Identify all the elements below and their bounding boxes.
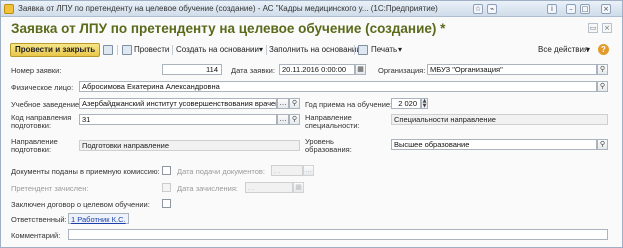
app-icon xyxy=(4,4,14,14)
post-icon xyxy=(122,45,132,55)
enrolled-label: Претендент зачислен: xyxy=(11,184,89,193)
education-level-label-line2: образования: xyxy=(305,145,352,154)
chevron-down-icon: ▾ xyxy=(586,45,591,54)
calendar-icon: ▦ xyxy=(293,182,304,193)
calendar-icon[interactable]: ▦ xyxy=(355,64,366,75)
year-spinner[interactable]: ▲ ▼ xyxy=(421,98,428,109)
number-label: Номер заявки: xyxy=(11,66,62,75)
direction-input: Подготовки направление xyxy=(79,140,300,151)
enroll-date-input: . . xyxy=(245,182,293,193)
docs-submitted-label: Документы поданы в приемную комиссию: xyxy=(11,167,160,176)
search-icon[interactable]: ⚲ xyxy=(289,114,300,125)
comment-label: Комментарий: xyxy=(11,231,61,240)
window-title: Заявка от ЛПУ по претенденту на целевое … xyxy=(18,4,438,13)
date-label: Дата заявки: xyxy=(231,66,275,75)
printer-icon xyxy=(358,45,368,55)
restore-icon[interactable]: ▭ xyxy=(588,23,598,33)
year-input[interactable]: 2 020 xyxy=(391,98,421,109)
print-button[interactable]: Печать xyxy=(371,43,397,57)
comment-input[interactable] xyxy=(68,229,608,240)
code-input[interactable]: 31 xyxy=(79,114,277,125)
save-icon[interactable] xyxy=(103,45,113,55)
person-input[interactable]: Абросимова Екатерина Александровна xyxy=(79,81,597,92)
document-window: Заявка от ЛПУ по претенденту на целевое … xyxy=(0,0,623,248)
docs-submitted-checkbox[interactable] xyxy=(162,166,171,175)
responsible-link[interactable]: 1 Работник К.С. xyxy=(68,213,129,224)
help-icon[interactable]: ? xyxy=(598,44,609,55)
docs-date-label: Дата подачи документов: xyxy=(177,167,265,176)
docs-date-input: . . xyxy=(271,165,303,176)
minimize-icon[interactable]: – xyxy=(566,4,576,14)
post-button[interactable]: Провести xyxy=(134,43,169,57)
post-and-close-button[interactable]: Провести и закрыть xyxy=(10,43,101,57)
command-bar: Провести и закрыть Провести Создать на о… xyxy=(10,43,615,57)
person-label: Физическое лицо: xyxy=(11,83,74,92)
star-icon[interactable]: ☆ xyxy=(473,4,483,14)
organization-input[interactable]: МБУЗ "Организация" xyxy=(427,64,597,75)
close-form-icon[interactable]: × xyxy=(602,23,612,33)
info-icon[interactable]: i xyxy=(547,4,557,14)
link-icon[interactable]: ⌁ xyxy=(487,4,497,14)
number-input[interactable]: 114 xyxy=(162,64,222,75)
title-tools: ▭ × xyxy=(588,23,612,33)
year-label: Год приема на обучение: xyxy=(305,100,393,109)
code-label-line2: подготовки: xyxy=(11,121,52,130)
direction-label-line2: подготовки: xyxy=(11,145,52,154)
ellipsis-icon[interactable]: … xyxy=(277,114,289,125)
enroll-date-label: Дата зачисления: xyxy=(177,184,239,193)
fill-based-on-button[interactable]: Заполнить на основании xyxy=(269,43,361,57)
school-input[interactable]: Азербайджанский институт усовершенствова… xyxy=(79,98,277,109)
close-icon[interactable]: × xyxy=(601,4,611,14)
date-input[interactable]: 20.11.2016 0:00:00 xyxy=(279,64,355,75)
ellipsis-icon: … xyxy=(303,165,314,176)
contract-checkbox[interactable] xyxy=(162,199,171,208)
maximize-icon[interactable]: □ xyxy=(580,4,590,14)
search-icon[interactable]: ⚲ xyxy=(597,139,608,150)
search-icon[interactable]: ⚲ xyxy=(597,81,608,92)
chevron-down-icon: ▾ xyxy=(398,45,403,54)
ellipsis-icon[interactable]: … xyxy=(277,98,289,109)
specialty-label-line2: специальности: xyxy=(305,121,360,130)
contract-label: Заключен договор о целевом обучении: xyxy=(11,200,150,209)
school-label: Учебное заведение: xyxy=(11,100,82,109)
search-icon[interactable]: ⚲ xyxy=(289,98,300,109)
responsible-label: Ответственный: xyxy=(11,215,67,224)
organization-label: Организация: xyxy=(378,66,426,75)
window-titlebar: Заявка от ЛПУ по претенденту на целевое … xyxy=(1,1,622,17)
search-icon[interactable]: ⚲ xyxy=(597,64,608,75)
create-based-on-button[interactable]: Создать на основании xyxy=(176,43,259,57)
education-level-input[interactable]: Высшее образование xyxy=(391,139,597,150)
enrolled-checkbox xyxy=(162,183,171,192)
form-title: Заявка от ЛПУ по претенденту на целевое … xyxy=(11,21,446,36)
all-actions-button[interactable]: Все действия xyxy=(538,43,588,57)
chevron-down-icon: ▾ xyxy=(259,45,264,54)
specialty-input: Специальности направление xyxy=(391,114,608,125)
